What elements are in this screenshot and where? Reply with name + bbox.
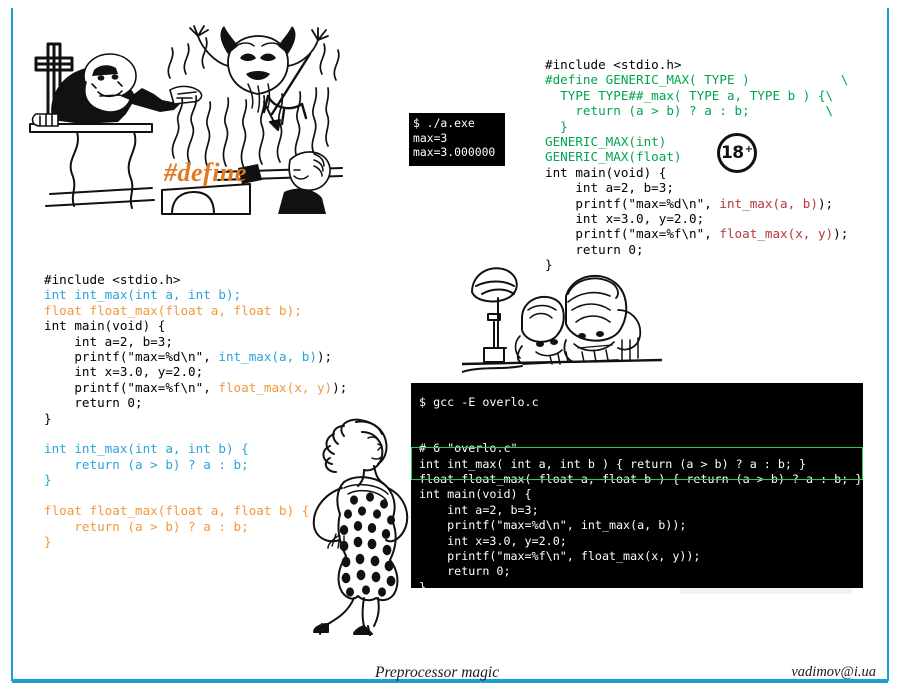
code-line: return (a > b) ? a : b; [44,519,347,534]
code-line: #include <stdio.h> [545,57,848,72]
code-line: } [545,257,848,272]
code-token: } [44,533,52,549]
code-token: #include <stdio.h> [545,57,682,72]
code-token: ); [332,379,348,395]
code-token: ); [817,195,834,211]
slide-title: Preprocessor magic [375,664,500,681]
code-line: printf("max=%d\n", int_max(a, b)); [545,196,848,211]
code-token: int main(void) { [545,164,667,180]
highlight-box-expanded-macros [411,447,863,480]
code-token: #include <stdio.h> [44,272,181,287]
code-token: return (a > b) ? a : b; [44,456,249,472]
code-token: GENERIC_MAX(int) [545,134,667,150]
code-token: int x=3.0, y=2.0; [44,364,204,380]
code-token: int int_max(int a, int b) { [44,441,249,457]
code-token: int int_max(int a, int b); [44,287,242,303]
code-line: GENERIC_MAX(float) [545,149,848,164]
code-token: } [545,257,553,273]
code-token: #define GENERIC_MAX( TYPE ) \ [545,72,849,88]
code-block-generic-max: #include <stdio.h> #define GENERIC_MAX( T… [545,57,848,273]
code-token: int x=3.0, y=2.0; [545,211,705,227]
code-line: int x=3.0, y=2.0; [44,364,347,379]
code-token: printf("max=%d\n", [545,195,720,211]
code-line: #define GENERIC_MAX( TYPE ) \ [545,72,848,87]
preacher-devil-illustration [22,18,352,218]
code-line: int int_max(int a, int b) { [44,441,347,456]
code-line: } [44,472,347,487]
code-token: float float_max(float a, float b) { [44,503,310,519]
code-line: int main(void) { [545,165,848,180]
code-line: int x=3.0, y=2.0; [545,211,848,226]
code-token: ); [316,349,333,365]
terminal-preprocessor-output: $ gcc -E overlo.c # 6 "overlo.c" int int… [411,383,863,594]
author-email: vadimov@i.ua [791,664,876,680]
code-line: int a=2, b=3; [545,180,848,195]
code-line: TYPE TYPE##_max( TYPE a, TYPE b ) {\ [545,88,848,103]
code-line: return 0; [44,395,347,410]
code-line: } [44,411,347,426]
age-rating-badge-18plus: 18 + [717,133,757,173]
code-line: int main(void) { [44,318,347,333]
terminal-shadow [680,588,852,594]
code-line: return (a > b) ? a : b; [44,457,347,472]
code-token: } [545,118,568,134]
code-line: return 0; [545,242,848,257]
code-line: int int_max(int a, int b); [44,287,347,302]
code-line: } [545,119,848,134]
code-token: int main(void) { [44,318,166,334]
badge-number: 18 [720,142,744,163]
define-caption: #define [164,158,247,187]
code-token: printf("max=%d\n", [44,349,219,365]
code-line: #include <stdio.h> [44,272,347,287]
code-token: } [44,410,52,426]
code-token: return (a > b) ? a : b; \ [545,103,834,119]
code-token: float_max(x, y) [218,379,333,395]
code-token: int a=2, b=3; [545,180,674,196]
slide-frame-top-gap [13,6,887,12]
code-token: GENERIC_MAX(float) [545,149,682,165]
code-line: printf("max=%f\n", float_max(x, y)); [44,380,347,395]
code-token: int_max(a, b) [218,349,317,365]
code-line: float float_max(float a, float b); [44,303,347,318]
code-line: } [44,534,347,549]
code-token: ); [833,226,849,242]
code-line: GENERIC_MAX(int) [545,134,848,149]
code-token: return 0; [545,241,644,257]
code-token: return (a > b) ? a : b; [44,518,249,534]
slide-canvas: #define #include <stdio.h> #define GENER… [0,0,900,700]
code-token: printf("max=%f\n", [44,379,219,395]
code-line: int a=2, b=3; [44,334,347,349]
code-line: printf("max=%d\n", int_max(a, b)); [44,349,347,364]
terminal-run-output: $ ./a.exe max=3 max=3.000000 [409,113,505,166]
code-line: float float_max(float a, float b) { [44,503,347,518]
code-line: return (a > b) ? a : b; \ [545,103,848,118]
code-token: float float_max(float a, float b); [44,302,302,318]
code-token: } [44,472,52,488]
code-token: printf("max=%f\n", [545,226,720,242]
code-token: float_max(x, y) [719,226,834,242]
code-line: printf("max=%f\n", float_max(x, y)); [545,226,848,241]
code-token: int_max(a, b) [719,195,818,211]
code-block-overload: #include <stdio.h> int int_max(int a, int… [44,272,347,549]
code-token: int a=2, b=3; [44,333,173,349]
code-token: return 0; [44,395,143,411]
badge-plus: + [744,144,754,155]
code-token: TYPE TYPE##_max( TYPE a, TYPE b ) {\ [545,87,834,103]
